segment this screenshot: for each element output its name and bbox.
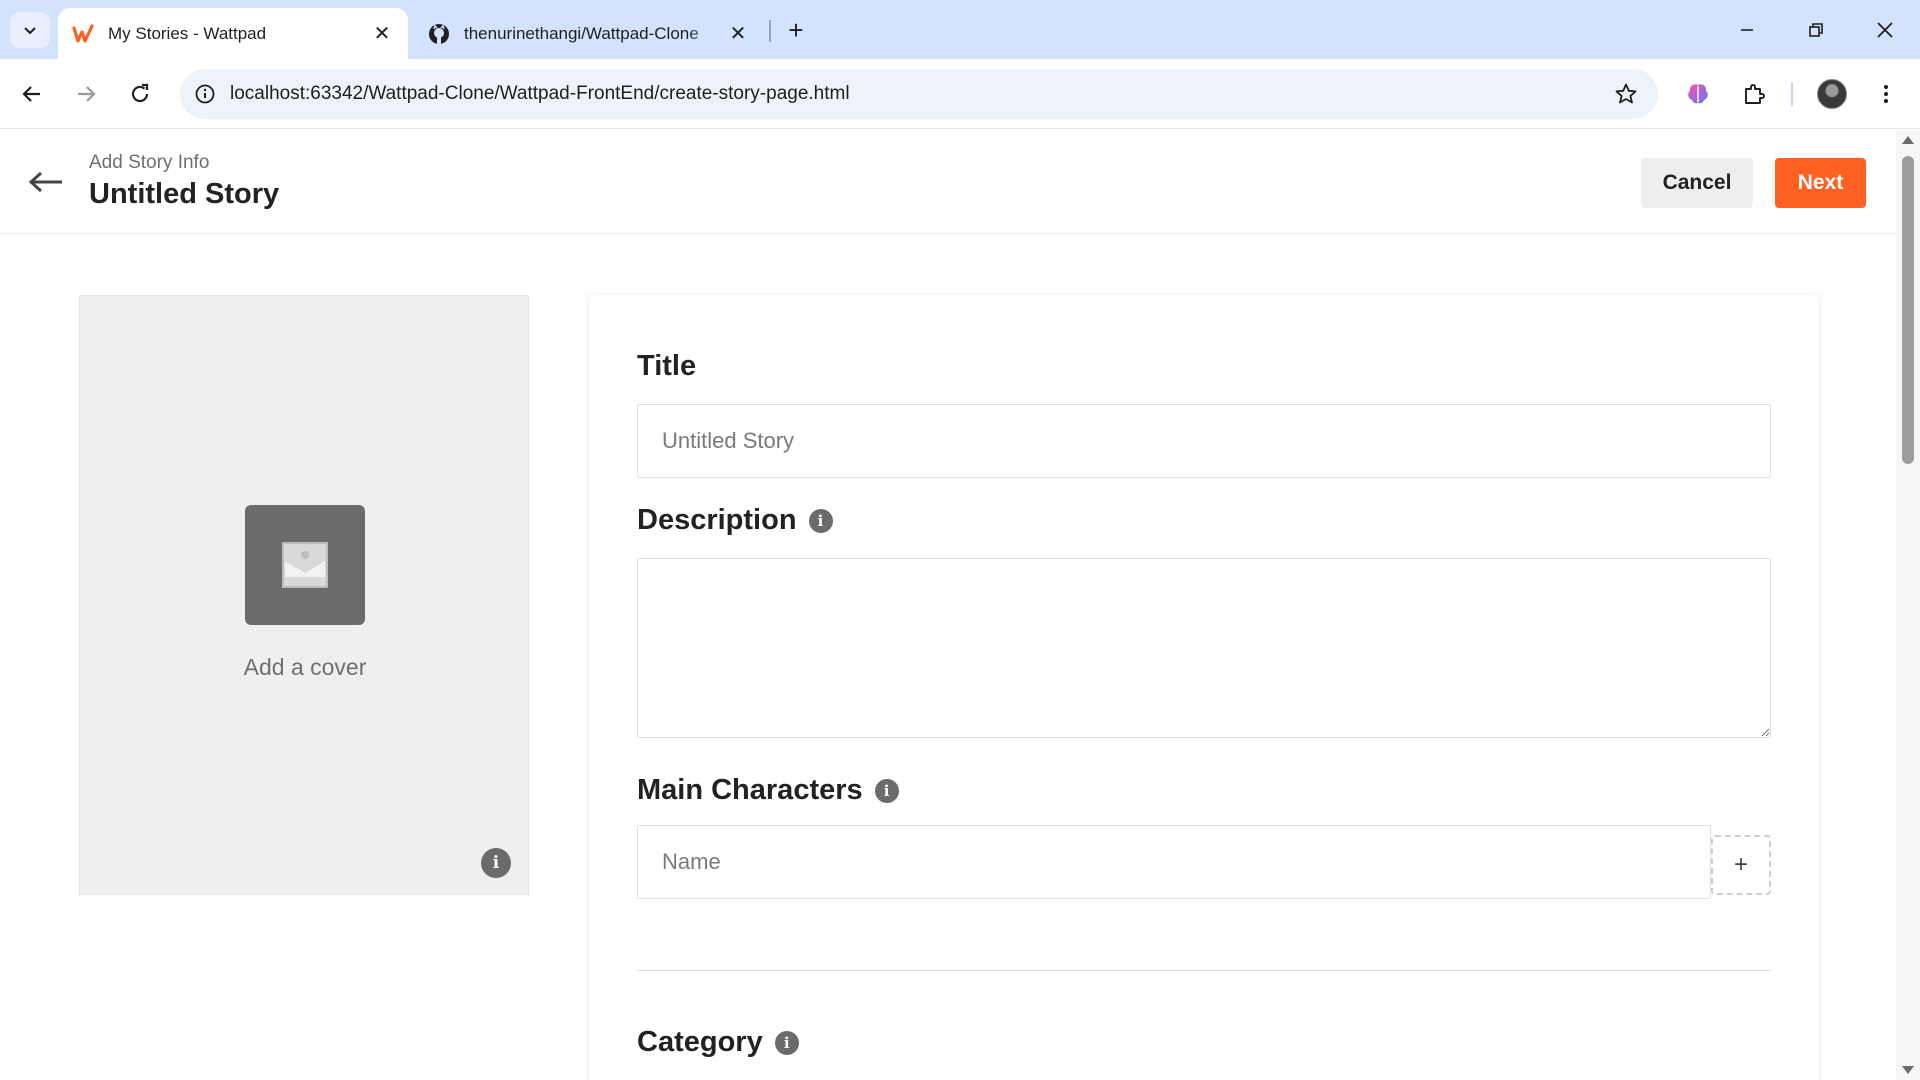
create-story-page: Add Story Info Untitled Story Cancel Nex…	[0, 130, 1896, 1080]
wattpad-w-icon	[72, 23, 94, 45]
page-subtitle: Add Story Info	[89, 152, 210, 173]
title-label: Title	[637, 350, 696, 383]
chevron-down-icon	[24, 27, 36, 35]
next-button[interactable]: Next	[1775, 158, 1866, 208]
info-icon[interactable]: i	[874, 778, 899, 803]
info-icon[interactable]: i	[481, 848, 511, 878]
story-info-form: Title Description i Main Characters i + …	[589, 295, 1819, 1080]
description-label-text: Description	[637, 504, 797, 536]
back-arrow-icon[interactable]	[24, 160, 68, 204]
close-window-button[interactable]	[1862, 10, 1908, 50]
site-info-icon[interactable]	[180, 69, 230, 119]
close-tab-icon[interactable]: ✕	[726, 22, 750, 46]
profile-avatar[interactable]	[1817, 79, 1847, 109]
arrow-right-icon	[78, 86, 96, 102]
browser-toolbar: localhost:63342/Wattpad-Clone/Wattpad-Fr…	[0, 59, 1920, 129]
new-tab-button[interactable]: +	[780, 14, 812, 46]
info-icon[interactable]: i	[808, 508, 833, 533]
add-cover-label[interactable]: Add a cover	[80, 654, 530, 681]
page-header: Add Story Info Untitled Story Cancel Nex…	[0, 130, 1896, 234]
minimize-button[interactable]	[1724, 10, 1770, 50]
scroll-up-arrow-icon[interactable]	[1902, 136, 1914, 144]
description-label: Description i	[637, 504, 833, 537]
description-textarea[interactable]	[637, 558, 1771, 738]
main-characters-label: Main Characters i	[637, 774, 899, 807]
title-label-text: Title	[637, 350, 697, 382]
reload-button[interactable]	[122, 76, 158, 112]
restore-button[interactable]	[1793, 10, 1839, 50]
cancel-button[interactable]: Cancel	[1641, 158, 1753, 208]
tab-title: thenurinethangi/Wattpad-Clone	[464, 23, 699, 43]
browser-menu-icon[interactable]	[1868, 76, 1904, 112]
tab-my-stories[interactable]: My Stories - Wattpad ✕	[58, 8, 408, 59]
github-icon	[428, 23, 450, 45]
section-divider	[637, 970, 1771, 971]
page-title: Untitled Story	[89, 178, 280, 210]
tab-separator	[769, 20, 771, 42]
add-character-button[interactable]: +	[1711, 835, 1771, 895]
title-input[interactable]	[637, 404, 1771, 478]
tab-github[interactable]: thenurinethangi/Wattpad-Clone ✕	[414, 8, 764, 59]
scroll-down-arrow-icon[interactable]	[1902, 1066, 1914, 1074]
arrow-left-icon	[22, 86, 40, 102]
back-button[interactable]	[14, 76, 50, 112]
browser-tab-strip: My Stories - Wattpad ✕ thenurinethangi/W…	[0, 0, 1920, 59]
info-icon[interactable]: i	[774, 1030, 799, 1055]
close-tab-icon[interactable]: ✕	[370, 22, 394, 46]
forward-button[interactable]	[68, 76, 104, 112]
page-scrollbar[interactable]	[1896, 130, 1920, 1080]
restore-icon	[1809, 23, 1823, 37]
bookmark-star-icon[interactable]	[1614, 82, 1638, 106]
url-text[interactable]: localhost:63342/Wattpad-Clone/Wattpad-Fr…	[230, 83, 850, 105]
scrollbar-thumb[interactable]	[1902, 156, 1914, 464]
extension-brain-icon[interactable]	[1680, 76, 1716, 112]
tab-search-button[interactable]	[10, 12, 50, 48]
character-name-input[interactable]	[637, 825, 1711, 899]
extensions-puzzle-icon[interactable]	[1736, 76, 1772, 112]
address-bar[interactable]: localhost:63342/Wattpad-Clone/Wattpad-Fr…	[180, 69, 1658, 119]
category-label: Category i	[637, 1026, 799, 1059]
close-icon	[1877, 22, 1893, 38]
minimize-icon	[1741, 29, 1753, 31]
main-characters-label-text: Main Characters	[637, 774, 863, 806]
category-label-text: Category	[637, 1026, 763, 1058]
cover-upload-panel[interactable]: Add a cover i	[79, 295, 529, 895]
image-placeholder-icon[interactable]	[245, 505, 365, 625]
tab-title: My Stories - Wattpad	[108, 23, 267, 43]
reload-icon	[131, 83, 149, 103]
toolbar-separator	[1791, 82, 1793, 106]
